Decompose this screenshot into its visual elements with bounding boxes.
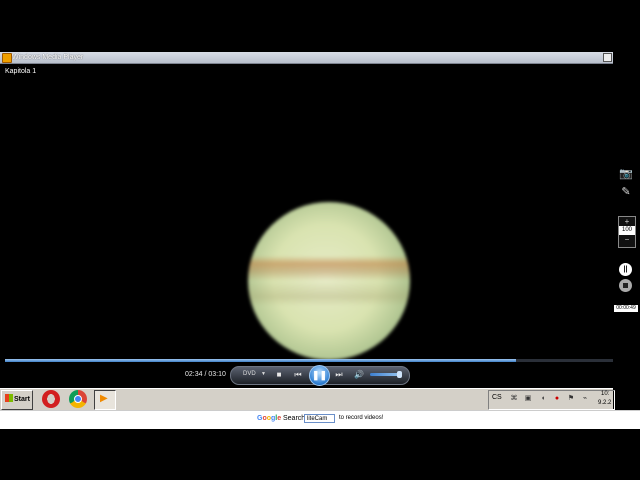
zoom-value: 100 <box>619 226 635 235</box>
monitor-icon[interactable]: ▣ <box>524 395 532 403</box>
pause-record-icon[interactable]: || <box>619 263 632 276</box>
title-bar[interactable]: Windows Media Player <box>0 52 613 64</box>
record-tray-icon[interactable]: ● <box>553 395 561 403</box>
previous-icon[interactable]: ⏮ <box>292 369 304 380</box>
chapter-label: Kapitola 1 <box>5 68 37 75</box>
dvd-menu-button[interactable]: DVD <box>243 371 256 377</box>
pause-icon[interactable]: ❚❚ <box>309 365 330 386</box>
ad-search-label: Search <box>283 415 306 422</box>
network-icon[interactable]: ⌘ <box>510 395 518 403</box>
app-icon <box>2 53 12 63</box>
video-frame-jupiter <box>248 202 410 360</box>
volume-knob[interactable] <box>397 371 402 378</box>
clock-date: 9.2.2 <box>598 400 612 406</box>
stop-icon[interactable]: ■ <box>273 369 285 380</box>
start-button[interactable]: Start <box>1 390 33 410</box>
clock-time[interactable]: 10: <box>601 391 609 397</box>
time-display: 02:34 / 03:10 <box>185 371 226 378</box>
system-tray <box>488 390 615 410</box>
google-logo: Google <box>257 415 282 422</box>
zoom-control[interactable]: + 100 − <box>618 216 636 248</box>
current-time: 02:34 <box>185 371 203 378</box>
volume-icon[interactable]: 🔊 <box>353 369 365 380</box>
recording-elapsed: 00:00:49 <box>614 305 638 312</box>
zoom-out-button[interactable]: − <box>619 235 635 244</box>
windows-flag-icon <box>5 394 13 402</box>
opera-icon[interactable] <box>42 390 60 408</box>
chrome-icon[interactable] <box>69 390 87 408</box>
total-time: 03:10 <box>208 371 226 378</box>
language-indicator[interactable]: CS <box>492 394 502 401</box>
start-label: Start <box>14 396 30 403</box>
ad-text: to record videos! <box>339 415 384 421</box>
stop-record-icon[interactable] <box>619 279 632 292</box>
flag-tray-icon[interactable]: ⚑ <box>567 395 575 403</box>
video-area[interactable] <box>0 64 613 360</box>
volume-slider[interactable] <box>370 371 402 378</box>
window-title: Windows Media Player <box>12 54 84 61</box>
safely-remove-icon[interactable]: ⌁ <box>581 395 589 403</box>
camera-icon[interactable]: 📷 <box>618 167 634 181</box>
time-separator: / <box>204 371 207 378</box>
next-icon[interactable]: ⏭ <box>333 369 345 380</box>
zoom-in-button[interactable]: + <box>619 217 635 226</box>
pencil-icon[interactable]: ✎ <box>618 185 634 199</box>
chevron-down-icon[interactable]: ▼ <box>261 371 266 377</box>
media-player-icon[interactable] <box>94 390 116 410</box>
speaker-icon[interactable]: ◖ <box>539 395 547 403</box>
maximize-button[interactable] <box>603 53 612 62</box>
ad-search-input[interactable]: liteCam <box>304 414 335 423</box>
